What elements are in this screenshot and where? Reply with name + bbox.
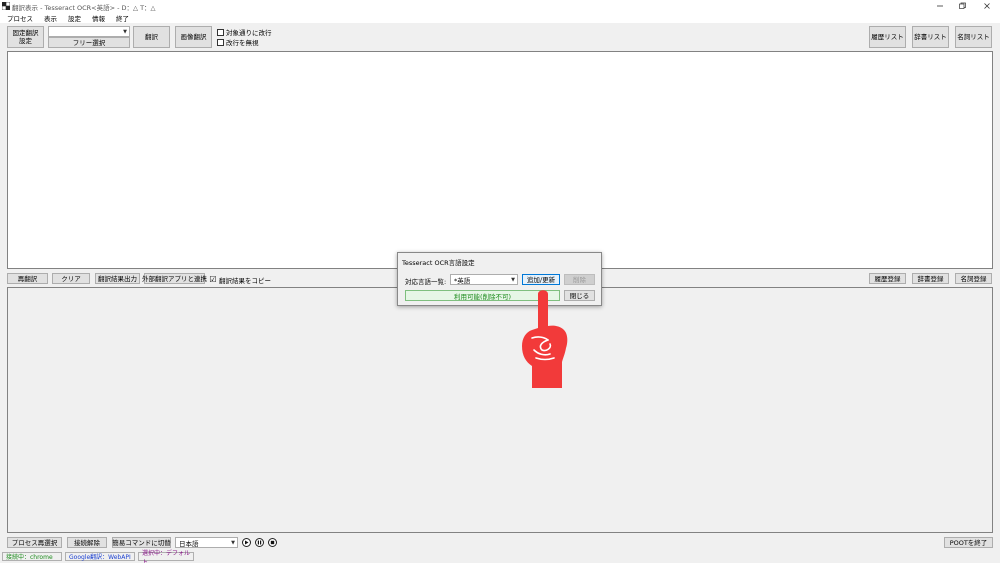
status-selected-text: 選択中：デフォルト [142,549,191,563]
dictionary-register-label: 辞書登録 [917,274,944,283]
disconnect-button[interactable]: 接続解除 [67,537,107,548]
copy-result-label: 翻訳結果をコピー [219,277,271,285]
disconnect-label: 接続解除 [74,538,100,547]
name-register-button[interactable]: 名詞登録 [955,273,992,284]
free-select-label: フリー選択 [72,38,106,47]
checkbox-box-checked: ☑ [209,275,217,284]
switch-simple-command-label: 簡易コマンドに切替 [112,538,171,547]
reselect-process-button[interactable]: プロセス再選択 [7,537,62,548]
history-list-button[interactable]: 履歴リスト [869,26,906,48]
dictionary-list-button[interactable]: 辞書リスト [912,26,949,48]
dictionary-register-button[interactable]: 辞書登録 [912,273,949,284]
language-select[interactable]: 日本語 ▼ [175,537,238,548]
retranslate-button[interactable]: 再翻訳 [7,273,48,284]
menu-bar: プロセス 表示 設定 情報 終了 [0,12,1000,23]
free-select-dropdown[interactable]: ▼ [48,26,130,37]
menu-item-process[interactable]: プロセス [7,13,33,23]
copy-result-checkbox[interactable]: ☑ 翻訳結果をコピー [209,275,271,286]
status-google: Google翻訳：WebAPI [65,552,135,561]
fixed-translation-label-1: 固定翻訳 [12,29,39,37]
menu-item-view[interactable]: 表示 [44,13,57,23]
status-google-text: Google翻訳：WebAPI [69,554,131,561]
ignore-linebreak-label: 改行を無視 [226,39,259,47]
menu-item-info[interactable]: 情報 [92,13,105,23]
status-selected: 選択中：デフォルト [138,550,194,563]
menu-item-settings[interactable]: 設定 [68,13,81,23]
pointing-hand-icon [518,288,570,388]
reselect-process-label: プロセス再選択 [11,538,58,547]
app-icon [1,1,11,11]
delete-button[interactable]: 削除 [564,274,595,285]
result-text-pane[interactable] [7,287,993,533]
name-list-label: 名詞リスト [957,33,990,41]
output-result-button[interactable]: 翻訳結果出力 [95,273,140,284]
checkbox-box [217,28,224,36]
dictionary-list-label: 辞書リスト [914,33,947,41]
linebreak-as-source-label: 対象通りに改行 [226,29,272,37]
add-update-button[interactable]: 追加/更新 [522,274,560,285]
pause-icon[interactable] [255,538,264,547]
fixed-translation-label-2: 設定 [19,37,32,45]
status-connected: 接続中：chrome [2,552,62,561]
clear-button[interactable]: クリア [52,273,90,284]
close-label: 閉じる [569,291,590,300]
source-text-pane[interactable] [7,51,993,269]
output-result-label: 翻訳結果出力 [98,274,137,283]
chevron-down-icon: ▼ [511,276,515,283]
stop-icon[interactable] [268,538,277,547]
ignore-linebreak-checkbox[interactable]: 改行を無視 [217,37,259,47]
restore-icon[interactable] [957,2,967,10]
image-translate-label: 画像翻訳 [180,33,207,41]
translate-button[interactable]: 翻訳 [133,26,170,48]
free-select-button[interactable]: フリー選択 [48,37,130,48]
history-list-label: 履歴リスト [871,33,904,41]
language-dropdown-value: *英語 [454,276,471,285]
add-update-label: 追加/更新 [526,275,556,284]
minimize-icon[interactable] [935,2,945,10]
clear-label: クリア [61,274,81,283]
exit-poot-label: POOTを終了 [949,538,988,547]
fixed-translation-settings-button[interactable]: 固定翻訳 設定 [7,26,44,48]
external-app-label: 外部翻訳アプリと連携 [142,274,207,283]
dialog-title: Tesseract OCR言語設定 [402,259,475,267]
chevron-down-icon: ▼ [231,539,235,546]
chevron-down-icon: ▼ [123,28,127,35]
translate-label: 翻訳 [145,33,158,41]
title-bar: 翻訳表示 - Tesseract OCR<英語> - D：△ T：△ [0,0,1000,12]
linebreak-as-source-checkbox[interactable]: 対象通りに改行 [217,27,272,37]
supported-languages-label: 対応言語一覧: [405,278,447,286]
history-register-label: 履歴登録 [874,274,901,283]
switch-simple-command-button[interactable]: 簡易コマンドに切替 [112,537,171,548]
checkbox-box [217,38,224,46]
name-register-label: 名詞登録 [960,274,987,283]
language-select-value: 日本語 [179,539,199,548]
retranslate-label: 再翻訳 [17,274,38,283]
exit-poot-button[interactable]: POOTを終了 [944,537,993,548]
tesseract-language-dialog: Tesseract OCR言語設定 対応言語一覧: *英語 ▼ 追加/更新 削除… [397,252,602,306]
status-field-text: 利用可能(削除不可) [453,292,512,301]
menu-item-exit[interactable]: 終了 [116,13,129,23]
window-title: 翻訳表示 - Tesseract OCR<英語> - D：△ T：△ [12,4,156,12]
language-dropdown[interactable]: *英語 ▼ [450,274,518,285]
delete-label: 削除 [573,275,586,284]
close-icon[interactable] [982,2,992,10]
status-connected-text: 接続中：chrome [6,554,53,561]
image-translate-button[interactable]: 画像翻訳 [175,26,212,48]
play-icon[interactable] [242,538,251,547]
name-list-button[interactable]: 名詞リスト [955,26,992,48]
external-app-button[interactable]: 外部翻訳アプリと連携 [142,273,207,284]
history-register-button[interactable]: 履歴登録 [869,273,906,284]
